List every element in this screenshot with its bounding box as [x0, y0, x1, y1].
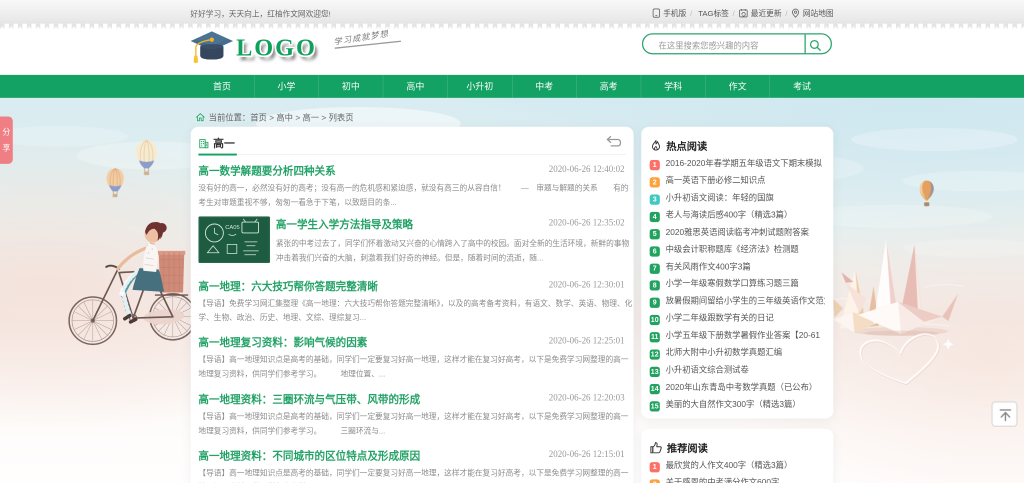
svg-text:CA05: CA05 — [225, 225, 239, 231]
